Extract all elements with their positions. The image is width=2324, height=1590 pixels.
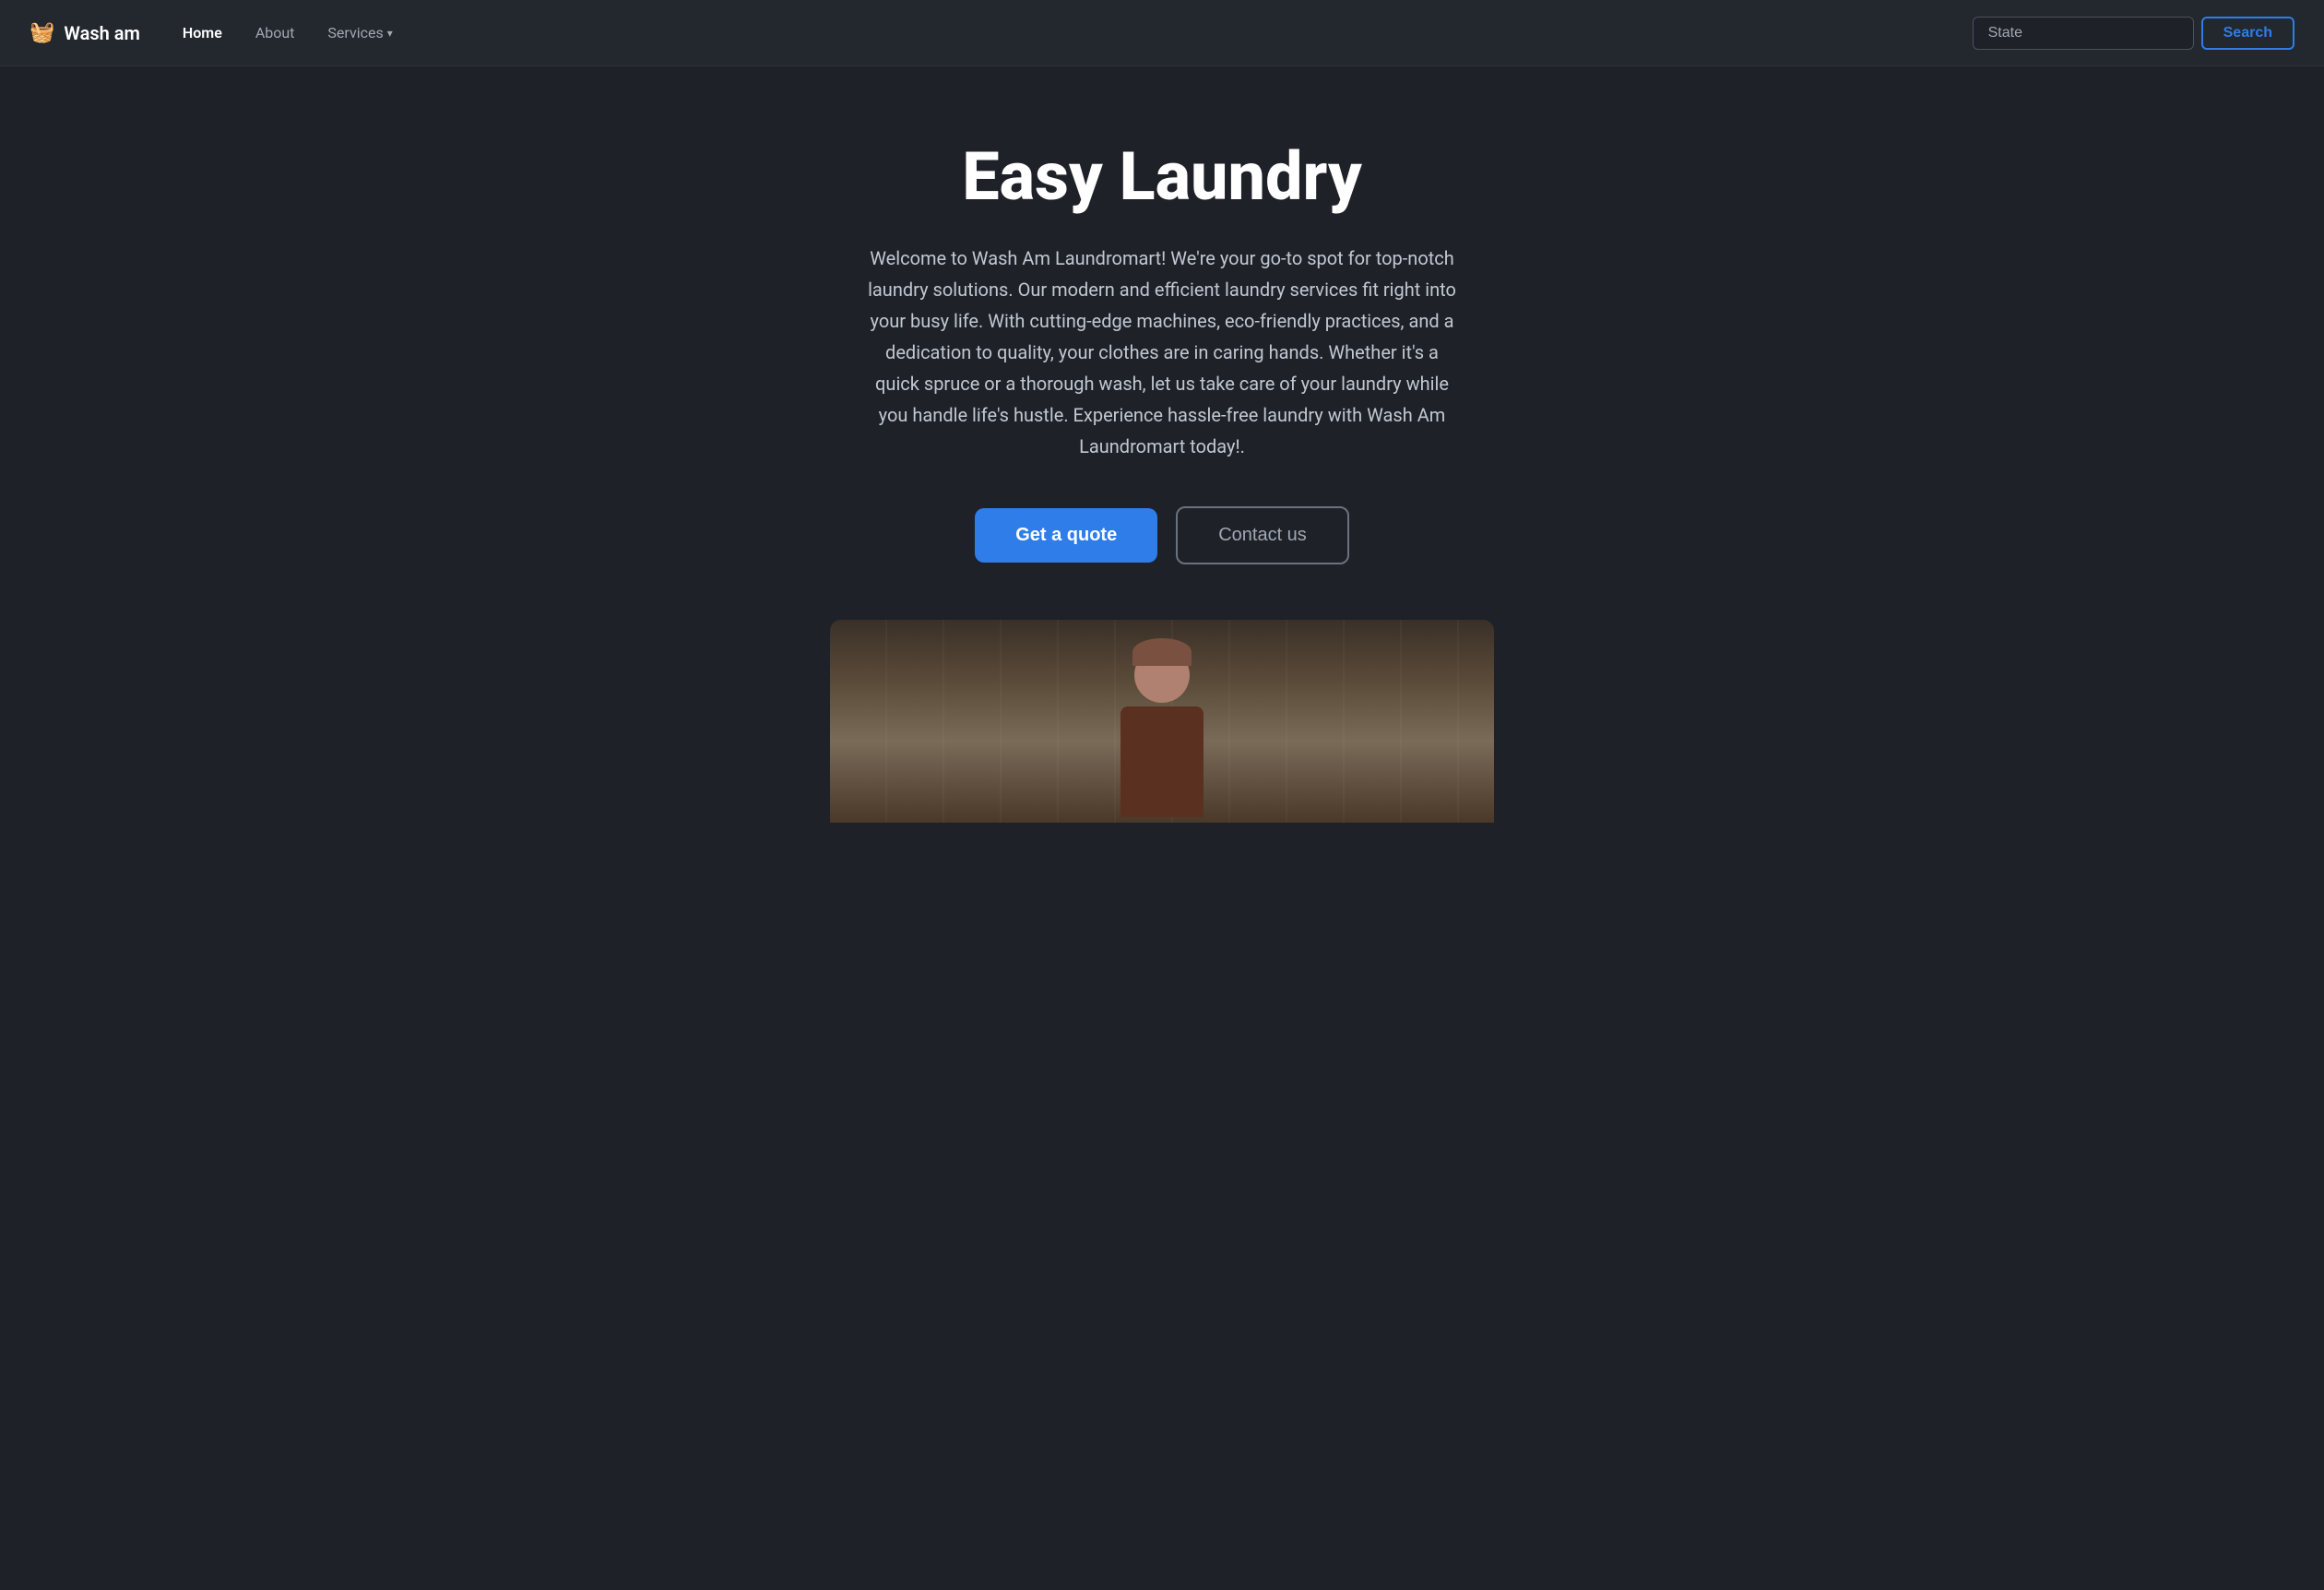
get-quote-button[interactable]: Get a quote [975, 508, 1157, 563]
laundry-basket-icon: 🧺 [30, 21, 54, 44]
navbar: 🧺 Wash am Home About Services ▾ Search [0, 0, 2324, 66]
nav-links: Home About Services ▾ [170, 17, 1973, 49]
chevron-down-icon: ▾ [387, 27, 393, 40]
hero-title: Easy Laundry [962, 140, 1362, 213]
search-button[interactable]: Search [2201, 17, 2294, 50]
hero-section: Easy Laundry Welcome to Wash Am Laundrom… [0, 66, 2324, 620]
contact-us-button[interactable]: Contact us [1176, 506, 1349, 564]
nav-link-services[interactable]: Services ▾ [314, 17, 405, 49]
brand-name: Wash am [64, 22, 140, 44]
nav-link-about[interactable]: About [243, 17, 308, 49]
hero-description: Welcome to Wash Am Laundromart! We're yo… [867, 243, 1457, 462]
state-input[interactable] [1973, 17, 2194, 50]
hero-buttons: Get a quote Contact us [975, 506, 1349, 564]
nav-search-area: Search [1973, 17, 2294, 50]
brand-logo[interactable]: 🧺 Wash am [30, 21, 140, 44]
silhouette-hair [1132, 638, 1192, 666]
hero-image-preview [830, 620, 1494, 823]
silhouette-body [1120, 706, 1204, 817]
person-silhouette [1107, 638, 1217, 804]
nav-link-home[interactable]: Home [170, 17, 235, 49]
